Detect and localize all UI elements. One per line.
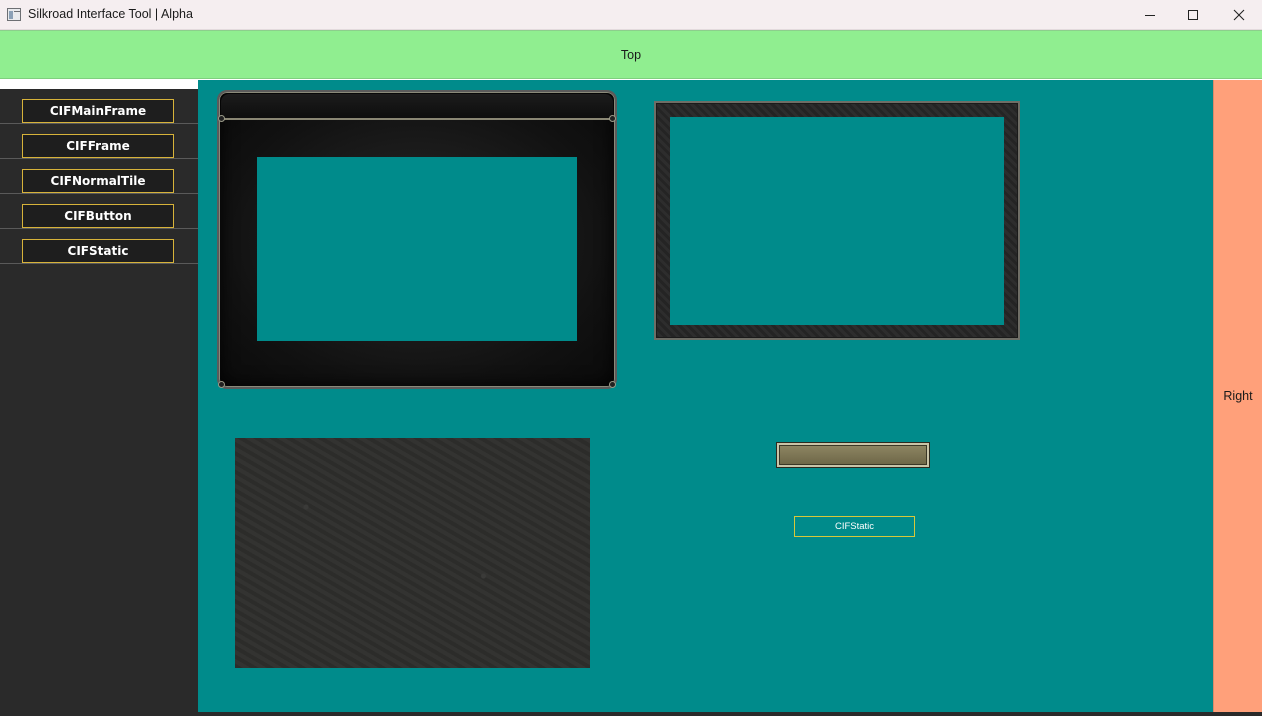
main-frame-title-strip — [221, 94, 613, 120]
cifnormaltile-widget[interactable] — [235, 438, 590, 668]
sidebar-item-cifmainframe: CIFMainFrame — [0, 89, 198, 124]
cifstatic-button[interactable]: CIFStatic — [22, 239, 174, 263]
right-panel-label: Right — [1223, 389, 1253, 403]
sidebar-item-cifbutton: CIFButton — [0, 194, 198, 229]
sidebar-item-cifstatic: CIFStatic — [0, 229, 198, 264]
rivet-icon — [218, 115, 225, 122]
right-panel: Right — [1213, 80, 1262, 712]
cifbutton-button[interactable]: CIFButton — [22, 204, 174, 228]
sidebar-item-cifframe: CIFFrame — [0, 124, 198, 159]
minimize-button[interactable] — [1127, 0, 1173, 30]
rivet-icon — [609, 115, 616, 122]
sidebar-header-strip — [0, 80, 198, 89]
app-window-icon — [7, 8, 21, 21]
maximize-button[interactable] — [1170, 0, 1216, 30]
component-sidebar: CIFMainFrame CIFFrame CIFNormalTile CIFB… — [0, 80, 198, 712]
frame-content-area — [670, 117, 1004, 325]
minimize-icon — [1145, 15, 1155, 16]
top-panel-label: Top — [620, 47, 642, 62]
rivet-icon — [609, 381, 616, 388]
main-frame-content-area — [257, 157, 577, 341]
close-button[interactable] — [1216, 0, 1262, 30]
window-title: Silkroad Interface Tool | Alpha — [28, 7, 193, 21]
sidebar-item-cifnormaltile: CIFNormalTile — [0, 159, 198, 194]
window-bottom-border — [0, 712, 1262, 716]
app-window: Silkroad Interface Tool | Alpha Top CIFM… — [0, 0, 1262, 716]
cifnormaltile-button[interactable]: CIFNormalTile — [22, 169, 174, 193]
cifstatic-widget[interactable]: CIFStatic — [794, 516, 915, 537]
maximize-icon — [1188, 10, 1198, 20]
cifmainframe-button[interactable]: CIFMainFrame — [22, 99, 174, 123]
close-icon — [1233, 9, 1245, 21]
cifbutton-widget[interactable] — [776, 442, 930, 468]
design-canvas[interactable]: CIFStatic — [198, 80, 1213, 712]
cifmainframe-widget[interactable] — [217, 90, 617, 389]
title-bar[interactable]: Silkroad Interface Tool | Alpha — [0, 0, 1262, 30]
cifframe-widget[interactable] — [654, 101, 1020, 340]
cifframe-button[interactable]: CIFFrame — [22, 134, 174, 158]
top-panel: Top — [0, 30, 1262, 79]
rivet-icon — [218, 381, 225, 388]
